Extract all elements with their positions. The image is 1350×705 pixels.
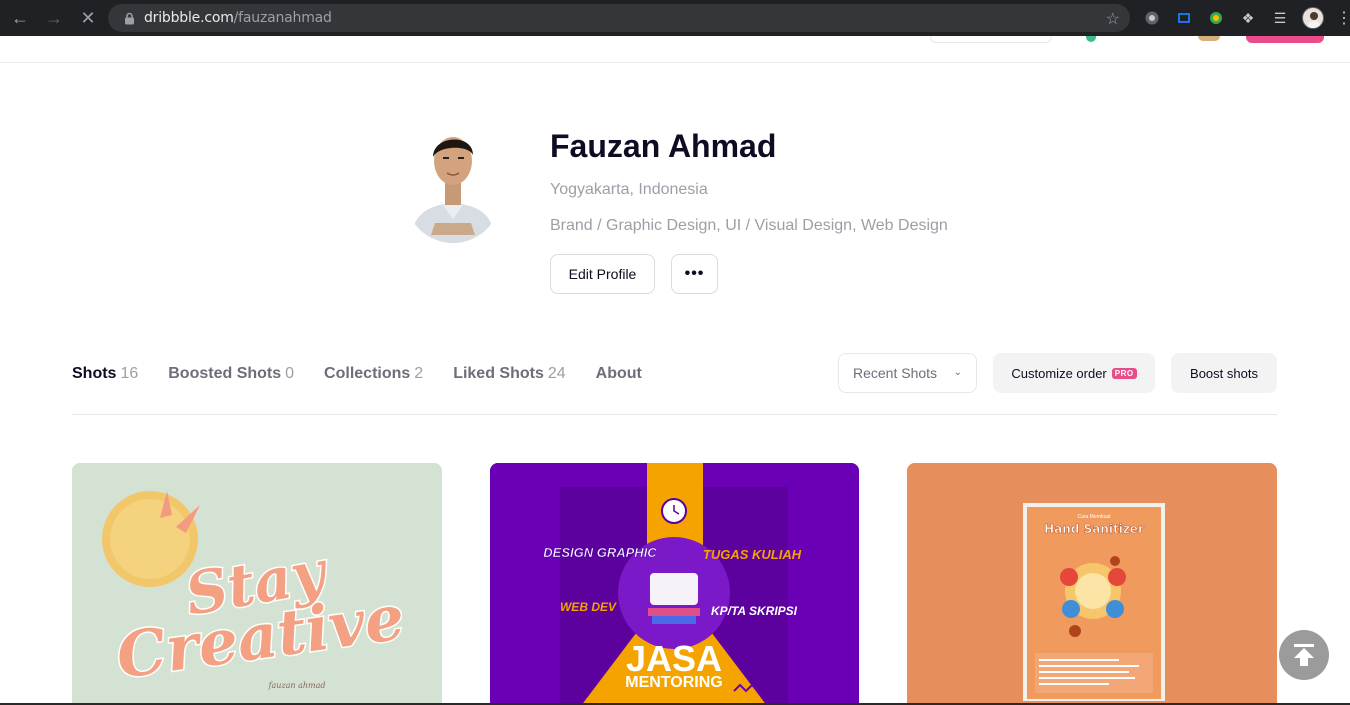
url-path: /fauzanahmad	[233, 10, 332, 26]
tab-label: About	[595, 365, 642, 382]
browser-menu-icon[interactable]: ⋮	[1336, 8, 1350, 28]
boost-shots-button[interactable]: Boost shots	[1171, 353, 1277, 393]
header-upload-button[interactable]	[1246, 36, 1324, 43]
extension-icon-3[interactable]	[1206, 8, 1226, 28]
bookmark-star-icon[interactable]: ☆	[1106, 9, 1120, 29]
pro-badge: PRO	[1111, 367, 1137, 379]
scroll-to-top-button[interactable]	[1279, 630, 1329, 680]
more-options-button[interactable]: •••	[671, 254, 718, 294]
profile-name: Fauzan Ahmad	[550, 128, 777, 164]
tab-label: Boosted Shots	[168, 365, 282, 382]
shot-label-kp-ta: KP/TA SKRIPSI	[711, 604, 798, 618]
back-arrow-icon[interactable]: ←	[6, 4, 34, 32]
profile-skills: Brand / Graphic Design, UI / Visual Desi…	[550, 217, 948, 234]
tab-label: Collections	[324, 365, 411, 382]
shot-thumbnail: DESIGN GRAPHIC TUGAS KULIAH WEB DEV KP/T…	[490, 463, 859, 705]
tab-count: 0	[285, 365, 295, 382]
poster-heading: Hand Sanitizer	[1044, 522, 1144, 536]
tab-label: Liked Shots	[453, 365, 544, 382]
header-status-dot	[1086, 36, 1096, 42]
url-domain: dribbble.com	[144, 10, 234, 26]
shot-label-web-dev: WEB DEV	[560, 600, 617, 614]
chevron-down-icon: ⌄	[953, 367, 962, 378]
shot-label-tugas-kuliah: TUGAS KULIAH	[703, 547, 802, 562]
customize-order-label: Customize order	[1011, 365, 1107, 381]
tab-about[interactable]: About	[596, 365, 642, 383]
header-search-input[interactable]	[930, 36, 1052, 43]
arrow-up-icon	[1294, 644, 1314, 666]
tab-label: Shots	[72, 365, 117, 382]
shot-signature: fauzan ahmad	[268, 681, 326, 690]
customize-order-button[interactable]: Customize order PRO	[993, 353, 1155, 393]
tab-shots[interactable]: Shots 16	[72, 365, 138, 383]
shot-thumbnail: Stay Creative fauzan ahmad	[72, 463, 442, 705]
browser-profile-avatar[interactable]	[1302, 7, 1324, 29]
edit-profile-button[interactable]: Edit Profile	[550, 254, 655, 294]
shot-title: JASA	[626, 638, 722, 679]
shot-thumbnail: Cara Membuat Hand Sanitizer	[907, 463, 1277, 705]
shot-card-hand-sanitizer[interactable]: Cara Membuat Hand Sanitizer	[907, 463, 1277, 705]
poster-subheading: Cara Membuat	[1077, 514, 1111, 520]
site-header	[0, 36, 1350, 63]
stop-loading-icon[interactable]: ✕	[74, 4, 102, 32]
profile-tabs: Shots 16 Boosted Shots 0 Collections 2 Like…	[72, 362, 672, 386]
browser-toolbar: ← → ✕ dribbble.com/fauzanahmad ☆ ❖ ☰ ⋮	[0, 0, 1350, 36]
media-queue-icon[interactable]: ☰	[1270, 8, 1290, 28]
tab-liked-shots[interactable]: Liked Shots 24	[453, 365, 565, 383]
sort-shots-select[interactable]: Recent Shots ⌄	[838, 353, 977, 393]
tabs-divider	[72, 414, 1277, 415]
extension-icon-2[interactable]	[1174, 8, 1194, 28]
forward-arrow-icon[interactable]: →	[40, 4, 68, 32]
shot-subtitle: MENTORING	[625, 674, 722, 691]
header-avatar[interactable]	[1198, 36, 1220, 41]
tab-count: 24	[547, 365, 566, 382]
profile-location: Yogyakarta, Indonesia	[550, 181, 708, 198]
shot-card-stay-creative[interactable]: Stay Creative fauzan ahmad	[72, 463, 442, 705]
tab-count: 16	[120, 365, 139, 382]
shot-label-design-graphic: DESIGN GRAPHIC	[543, 545, 657, 560]
profile-avatar	[405, 127, 501, 243]
tab-count: 2	[414, 365, 424, 382]
shot-card-jasa-mentoring[interactable]: DESIGN GRAPHIC TUGAS KULIAH WEB DEV KP/T…	[490, 463, 859, 705]
puzzle-extensions-icon[interactable]: ❖	[1238, 8, 1258, 28]
extension-icon-1[interactable]	[1142, 8, 1162, 28]
url-text: dribbble.com/fauzanahmad	[144, 10, 332, 26]
sort-select-value: Recent Shots	[853, 365, 938, 381]
tab-boosted-shots[interactable]: Boosted Shots 0	[168, 365, 294, 383]
tab-collections[interactable]: Collections 2	[324, 365, 423, 383]
lock-icon	[122, 11, 136, 25]
address-bar[interactable]: dribbble.com/fauzanahmad ☆	[108, 4, 1130, 32]
